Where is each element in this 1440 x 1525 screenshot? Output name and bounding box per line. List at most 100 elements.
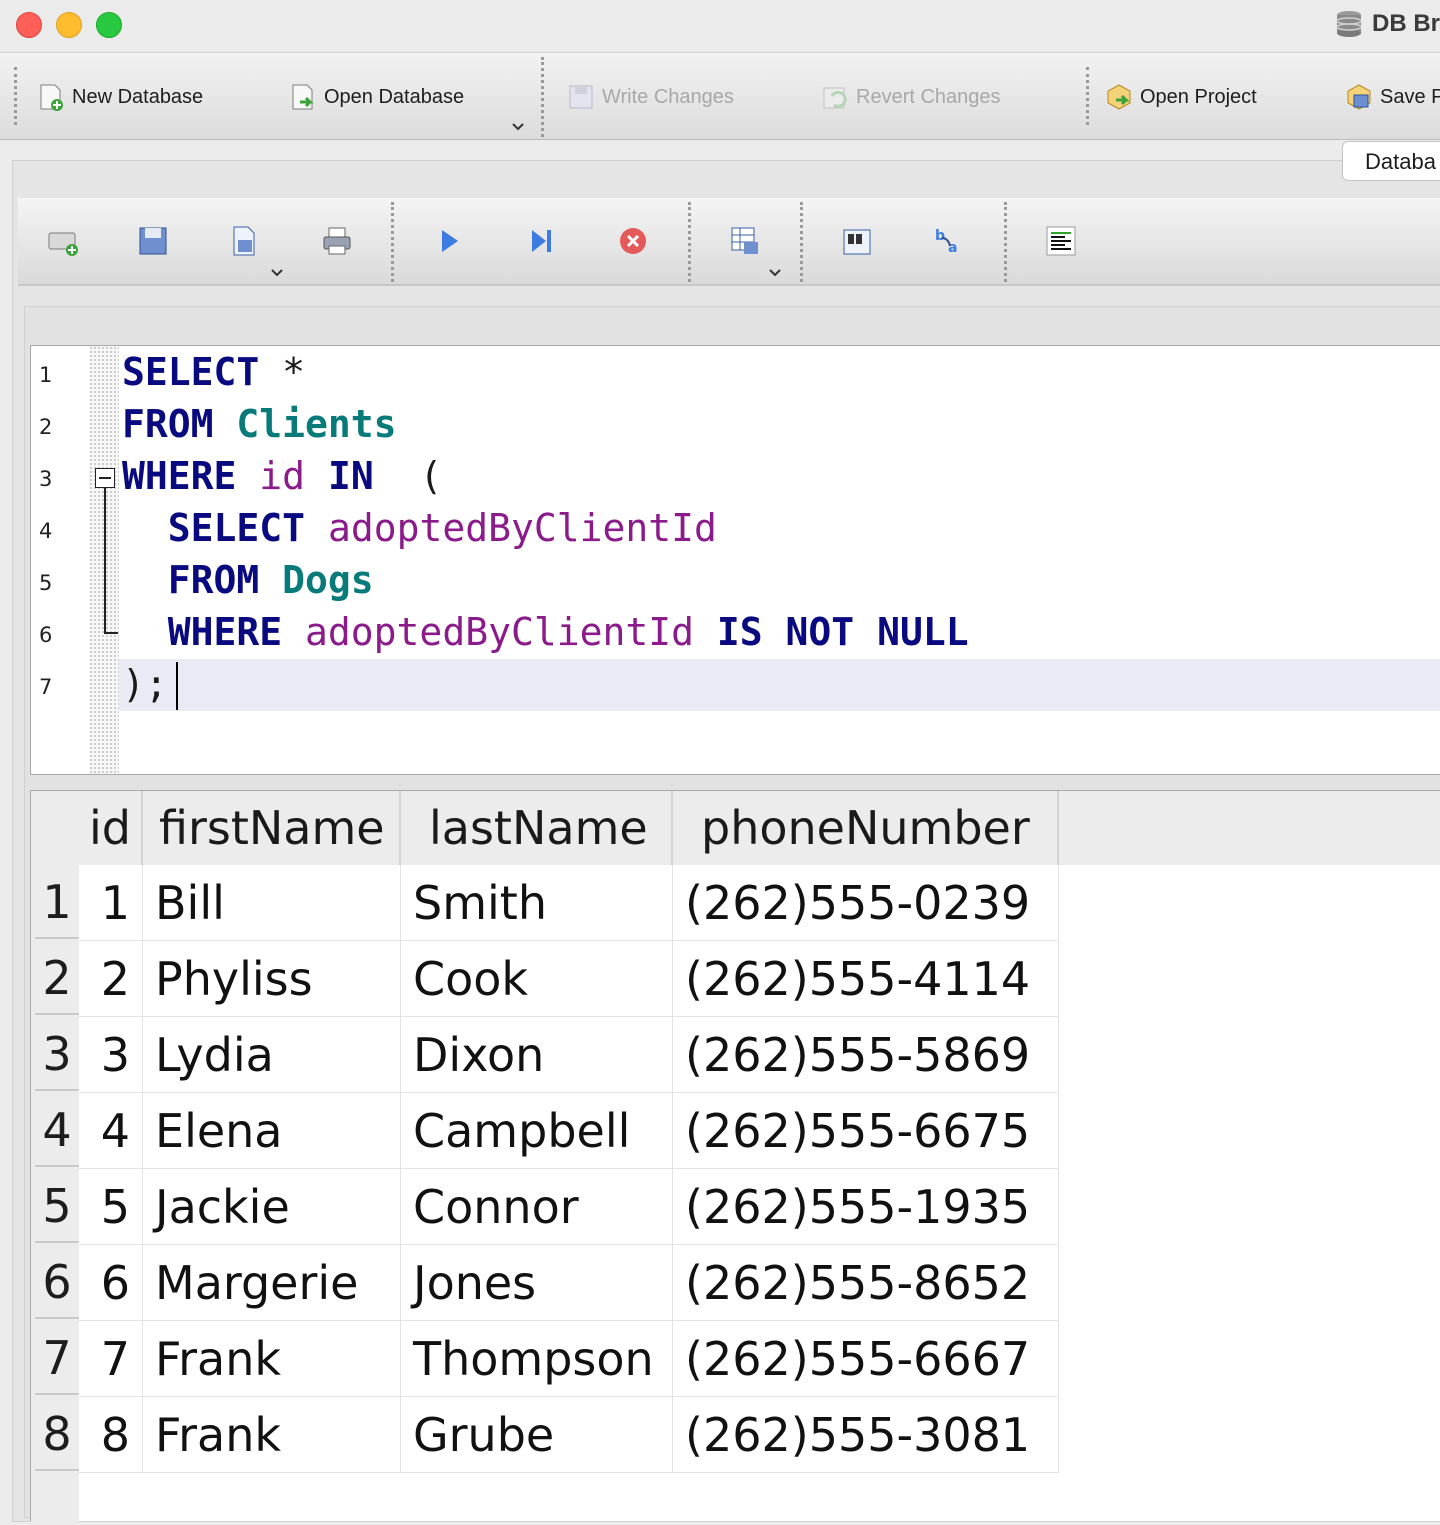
code-line[interactable]: WHERE id IN ( <box>122 450 442 502</box>
code-line[interactable]: SELECT adoptedByClientId <box>122 502 717 554</box>
table-cell[interactable]: Grube <box>401 1397 673 1473</box>
execute-current-line-icon[interactable] <box>524 224 558 258</box>
toolbar-separator <box>391 202 394 282</box>
tab-database[interactable]: Databa <box>1342 141 1440 181</box>
current-line-highlight <box>119 659 1440 711</box>
table-cell[interactable]: (262)555-8652 <box>673 1245 1059 1321</box>
table-cell[interactable]: 1 <box>79 865 143 941</box>
save-sql-file-icon[interactable] <box>228 224 262 258</box>
row-header[interactable]: 8 <box>35 1397 79 1471</box>
column-header-phoneNumber[interactable]: phoneNumber <box>673 791 1059 865</box>
table-cell[interactable]: Thompson <box>401 1321 673 1397</box>
comment-block-icon[interactable] <box>1044 224 1078 258</box>
table-cell[interactable]: 2 <box>79 941 143 1017</box>
table-cell[interactable]: Frank <box>143 1321 401 1397</box>
table-cell[interactable]: Margerie <box>143 1245 401 1321</box>
close-window-button[interactable] <box>16 12 42 38</box>
toolbar-separator <box>800 202 803 282</box>
table-cell[interactable]: Lydia <box>143 1017 401 1093</box>
table-cell[interactable]: Jones <box>401 1245 673 1321</box>
revert-changes-icon <box>823 87 847 109</box>
open-sql-file-icon[interactable] <box>136 224 170 258</box>
table-cell[interactable]: 7 <box>79 1321 143 1397</box>
write-changes-button[interactable]: Write Changes <box>566 79 734 115</box>
open-project-label: Open Project <box>1140 85 1257 108</box>
line-number: 2 <box>39 415 53 439</box>
toolbar-handle[interactable] <box>14 67 17 125</box>
row-header[interactable]: 5 <box>35 1169 79 1243</box>
toolbar-separator <box>1086 67 1089 125</box>
table-cell[interactable]: 5 <box>79 1169 143 1245</box>
revert-changes-button[interactable]: Revert Changes <box>820 79 1001 115</box>
column-header-id[interactable]: id <box>79 791 143 865</box>
open-database-icon <box>292 84 314 110</box>
table-cell[interactable]: Jackie <box>143 1169 401 1245</box>
table-cell[interactable]: (262)555-0239 <box>673 865 1059 941</box>
find-icon[interactable] <box>840 224 874 258</box>
open-database-button[interactable]: Open Database <box>288 79 464 115</box>
table-cell[interactable]: (262)555-6675 <box>673 1093 1059 1169</box>
toolbar-separator <box>541 57 544 137</box>
sql-editor[interactable]: 1 2 3 4 5 6 7 SELECT * FROM Clients WHERE … <box>30 345 1440 775</box>
code-line[interactable]: FROM Dogs <box>122 554 374 606</box>
open-tab-icon[interactable] <box>46 224 80 258</box>
code-line[interactable]: SELECT * <box>122 346 305 398</box>
save-results-view-icon[interactable] <box>728 224 762 258</box>
sql-keyword: IS <box>716 610 763 654</box>
table-cell[interactable]: (262)555-6667 <box>673 1321 1059 1397</box>
table-cell[interactable]: Phyliss <box>143 941 401 1017</box>
row-header[interactable]: 6 <box>35 1245 79 1319</box>
row-header[interactable]: 4 <box>35 1093 79 1167</box>
minimize-window-button[interactable] <box>56 12 82 38</box>
print-icon[interactable] <box>320 224 354 258</box>
table-cell[interactable]: Campbell <box>401 1093 673 1169</box>
sql-keyword: WHERE <box>167 610 283 654</box>
row-header[interactable]: 7 <box>35 1321 79 1395</box>
table-cell[interactable]: (262)555-3081 <box>673 1397 1059 1473</box>
table-cell[interactable]: Dixon <box>401 1017 673 1093</box>
open-project-button[interactable]: Open Project <box>1104 79 1257 115</box>
zoom-window-button[interactable] <box>96 12 122 38</box>
table-cell[interactable]: (262)555-5869 <box>673 1017 1059 1093</box>
table-cell[interactable]: Cook <box>401 941 673 1017</box>
results-grid[interactable]: id firstName lastName phoneNumber 1 1 Bill Smit… <box>30 790 1440 1525</box>
code-line[interactable]: FROM Clients <box>122 398 397 450</box>
row-header[interactable]: 1 <box>35 865 79 939</box>
chevron-down-icon[interactable] <box>511 120 525 134</box>
chevron-down-icon[interactable] <box>768 266 782 280</box>
table-cell[interactable]: (262)555-1935 <box>673 1169 1059 1245</box>
sql-column-name: adoptedByClientId <box>327 506 717 550</box>
fold-toggle-icon[interactable] <box>95 468 115 488</box>
table-cell[interactable]: Bill <box>143 865 401 941</box>
table-cell[interactable]: Elena <box>143 1093 401 1169</box>
chevron-down-icon[interactable] <box>270 266 284 280</box>
stop-execution-icon[interactable] <box>616 224 650 258</box>
table-cell[interactable]: Frank <box>143 1397 401 1473</box>
table-cell[interactable]: 8 <box>79 1397 143 1473</box>
line-number: 1 <box>39 363 53 387</box>
find-replace-icon[interactable]: b a <box>932 224 966 258</box>
line-number: 4 <box>39 519 53 543</box>
new-database-button[interactable]: New Database <box>36 79 203 115</box>
column-header-lastName[interactable]: lastName <box>401 791 673 865</box>
table-cell[interactable]: 6 <box>79 1245 143 1321</box>
sql-text: ( <box>373 454 443 498</box>
table-cell[interactable]: Smith <box>401 865 673 941</box>
row-header[interactable]: 3 <box>35 1017 79 1091</box>
table-cell[interactable]: 3 <box>79 1017 143 1093</box>
window-title: DB Br <box>1334 8 1440 40</box>
table-cell[interactable]: Connor <box>401 1169 673 1245</box>
write-changes-label: Write Changes <box>602 85 734 108</box>
code-line[interactable]: WHERE adoptedByClientId IS NOT NULL <box>122 606 969 658</box>
save-project-button[interactable]: Save P <box>1344 79 1440 115</box>
execute-all-icon[interactable] <box>432 224 466 258</box>
window-title-text: DB Br <box>1372 10 1440 37</box>
row-header[interactable]: 2 <box>35 941 79 1015</box>
table-cell[interactable]: 4 <box>79 1093 143 1169</box>
code-line[interactable]: ); <box>122 658 168 710</box>
column-header-firstName[interactable]: firstName <box>143 791 401 865</box>
table-cell[interactable]: (262)555-4114 <box>673 941 1059 1017</box>
